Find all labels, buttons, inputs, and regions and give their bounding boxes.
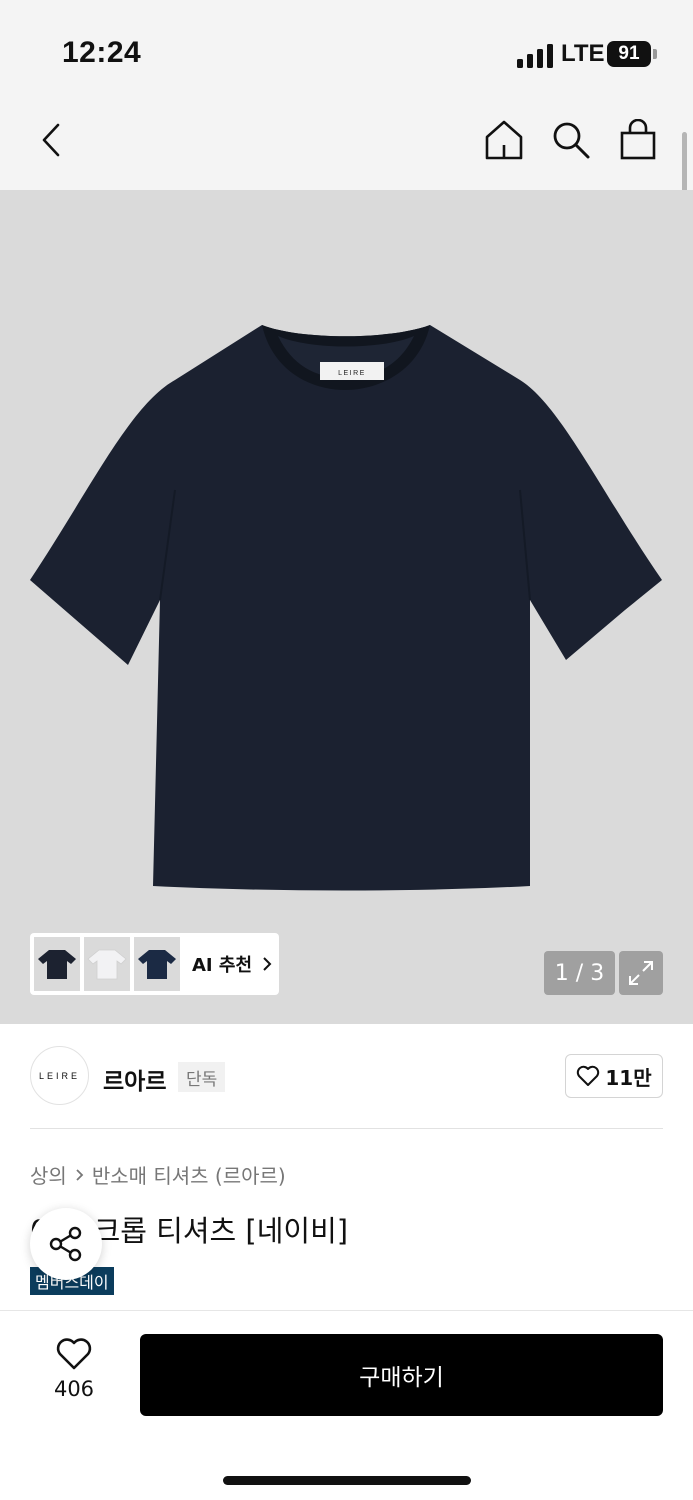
- breadcrumb-item-subcategory[interactable]: 반소매 티셔츠 (르아르): [92, 1160, 286, 1189]
- search-icon: [553, 122, 590, 159]
- thumbnail-navy[interactable]: [134, 937, 180, 991]
- brand-name[interactable]: 르아르: [103, 1062, 166, 1096]
- bottom-action-bar: 406 구매하기: [0, 1310, 693, 1500]
- expand-button[interactable]: [619, 951, 663, 995]
- wishlist-button[interactable]: 406: [40, 1337, 108, 1407]
- brand-like-count: 11만: [605, 1065, 652, 1090]
- product-image: LEIRE: [30, 325, 662, 891]
- thumbnail-black[interactable]: [34, 937, 80, 991]
- battery-icon: 91: [607, 41, 651, 67]
- share-button[interactable]: [30, 1208, 102, 1280]
- brand-like-button[interactable]: 11만: [565, 1054, 663, 1098]
- status-time: 12:24: [62, 36, 142, 69]
- chevron-right-icon: [76, 1168, 84, 1181]
- share-icon: [49, 1226, 82, 1262]
- exclusive-badge: 단독: [178, 1062, 226, 1092]
- battery-tip: [653, 49, 657, 59]
- garment-label-text: LEIRE: [338, 370, 366, 377]
- heart-icon: [577, 1065, 600, 1086]
- chevron-right-icon: [262, 956, 272, 972]
- expand-icon: [629, 961, 653, 985]
- signal-icon: [517, 42, 555, 68]
- search-button[interactable]: [548, 116, 594, 164]
- breadcrumb-item-category[interactable]: 상의: [30, 1160, 67, 1189]
- shopping-bag-icon: [620, 119, 656, 160]
- home-indicator[interactable]: [223, 1476, 471, 1485]
- network-type: LTE: [561, 40, 605, 67]
- status-bar: 12:24 LTE 91: [0, 0, 693, 100]
- ai-recommend-strip[interactable]: AI 추천: [30, 933, 279, 995]
- home-button[interactable]: [482, 116, 526, 164]
- top-nav-bar: [0, 100, 693, 190]
- chevron-left-icon: [42, 123, 60, 157]
- ai-recommend-label: AI 추천: [192, 955, 253, 976]
- home-icon: [485, 120, 523, 160]
- brand-row: LEIRE 르아르 단독 11만: [0, 1024, 693, 1130]
- breadcrumb: 상의 반소매 티셔츠 (르아르): [30, 1160, 286, 1189]
- wishlist-count: 406: [53, 1377, 95, 1401]
- buy-button[interactable]: 구매하기: [140, 1334, 663, 1416]
- cart-button[interactable]: [615, 116, 661, 164]
- brand-logo[interactable]: LEIRE: [30, 1046, 89, 1105]
- thumbnail-white[interactable]: [84, 937, 130, 991]
- back-button[interactable]: [30, 118, 74, 162]
- heart-icon: [56, 1338, 92, 1370]
- product-image-gallery[interactable]: LEIRE AI 추천 1 / 3: [0, 190, 693, 1024]
- divider: [30, 1128, 663, 1129]
- image-page-counter: 1 / 3: [544, 951, 615, 995]
